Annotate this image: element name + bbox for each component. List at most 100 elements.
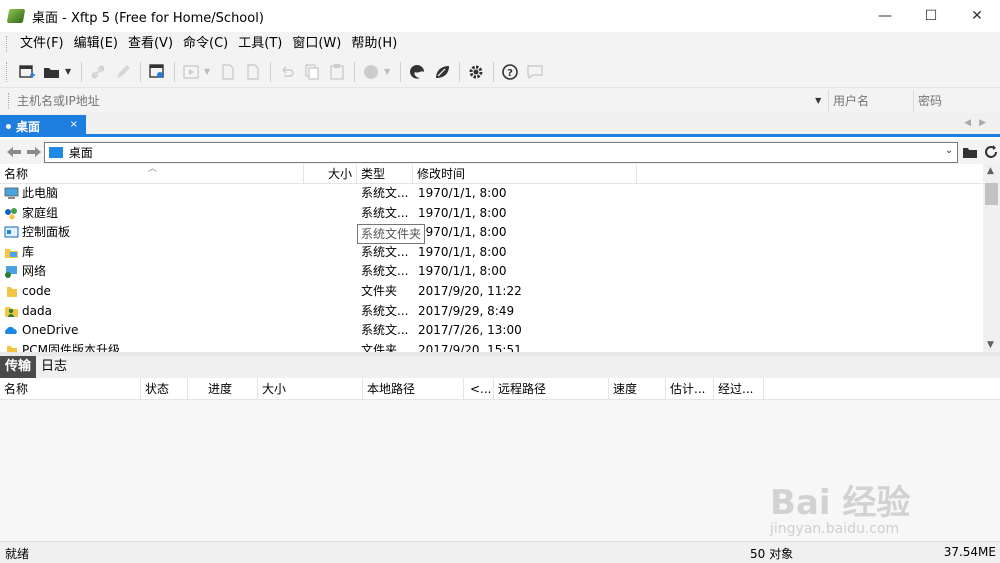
transfer-column-estimated[interactable]: 估计... bbox=[666, 378, 714, 400]
file-row[interactable]: PCM固件版本升级 文件夹 2017/9/20, 15:51 bbox=[0, 341, 1000, 352]
file-row[interactable]: 此电脑 系统文... 1970/1/1, 8:00 bbox=[0, 184, 1000, 204]
host-input[interactable] bbox=[16, 89, 809, 112]
column-size[interactable]: 大小 bbox=[304, 164, 357, 184]
chat-button[interactable] bbox=[523, 60, 547, 84]
transfer-column-status[interactable]: 状态 bbox=[141, 378, 188, 400]
menubar-grip[interactable] bbox=[6, 36, 9, 52]
transfer-column-progress[interactable]: 进度 bbox=[188, 378, 258, 400]
scroll-down-icon[interactable]: ▼ bbox=[987, 340, 994, 350]
folder-open-icon bbox=[44, 67, 59, 78]
chat-bubble-icon bbox=[527, 64, 543, 79]
file-size bbox=[304, 282, 353, 302]
file-modified: 1970/1/1, 8:00 bbox=[418, 264, 507, 279]
close-button[interactable]: ✕ bbox=[954, 0, 1000, 32]
column-type[interactable]: 类型 bbox=[357, 164, 413, 184]
file-list-header: 名称 ︿ 大小 类型 修改时间 bbox=[0, 164, 1000, 184]
path-dropdown-icon[interactable]: ⌄ bbox=[945, 145, 953, 156]
sync-button[interactable] bbox=[275, 60, 299, 84]
file-size bbox=[304, 223, 353, 243]
file-name: 此电脑 bbox=[22, 186, 59, 200]
file-type: 系统文... bbox=[361, 244, 409, 259]
open-button[interactable] bbox=[40, 60, 64, 84]
toolbar-grip[interactable] bbox=[6, 61, 9, 82]
encoding-button[interactable] bbox=[359, 60, 383, 84]
refresh-button[interactable] bbox=[982, 143, 1000, 161]
tab-log[interactable]: 日志 bbox=[36, 356, 72, 378]
path-combobox[interactable]: 桌面 ⌄ bbox=[43, 141, 959, 163]
transfer-tabs: 传输 日志 bbox=[0, 356, 1000, 378]
connect-button[interactable] bbox=[86, 60, 110, 84]
folder-icon bbox=[4, 344, 19, 352]
tab-close-icon[interactable]: × bbox=[70, 119, 78, 130]
file-list-scrollbar[interactable]: ▲ ▼ bbox=[983, 164, 1000, 352]
new-session-button[interactable] bbox=[15, 60, 39, 84]
transfer-button[interactable] bbox=[179, 60, 203, 84]
menu-edit[interactable]: 编辑(E) bbox=[69, 32, 123, 56]
tab-desktop[interactable]: 桌面 × bbox=[0, 115, 86, 137]
transfer-column-size[interactable]: 大小 bbox=[258, 378, 363, 400]
xshell-button[interactable] bbox=[405, 60, 429, 84]
menu-file[interactable]: 文件(F) bbox=[15, 32, 69, 56]
file-name: dada bbox=[22, 303, 52, 318]
scroll-up-icon[interactable]: ▲ bbox=[987, 166, 994, 176]
transfer-column-remote-path[interactable]: 远程路径 bbox=[494, 378, 609, 400]
file-row[interactable]: 控制面板系统文...1970/1/1, 8:00 bbox=[0, 223, 1000, 243]
menu-help[interactable]: 帮助(H) bbox=[346, 32, 402, 56]
menu-command[interactable]: 命令(C) bbox=[178, 32, 233, 56]
transfer-column-direction[interactable]: <... bbox=[464, 378, 494, 400]
transfer-column-speed[interactable]: 速度 bbox=[609, 378, 666, 400]
help-button[interactable]: ? bbox=[498, 60, 522, 84]
download-button[interactable] bbox=[216, 60, 240, 84]
paste-button[interactable] bbox=[325, 60, 349, 84]
transfer-column-elapsed[interactable]: 经过... bbox=[714, 378, 764, 400]
file-size bbox=[304, 262, 353, 282]
control-panel-icon bbox=[4, 226, 19, 239]
encoding-dropdown-icon[interactable]: ▼ bbox=[384, 67, 392, 76]
file-name: code bbox=[22, 283, 51, 298]
upload-button[interactable] bbox=[241, 60, 265, 84]
file-name: 网络 bbox=[22, 264, 47, 279]
xmanager-button[interactable] bbox=[430, 60, 454, 84]
open-folder-button[interactable] bbox=[961, 143, 979, 161]
options-button[interactable] bbox=[464, 60, 488, 84]
window-controls: — ☐ ✕ bbox=[862, 0, 1000, 32]
menu-view[interactable]: 查看(V) bbox=[123, 32, 178, 56]
transfer-dropdown-icon[interactable]: ▼ bbox=[204, 67, 212, 76]
type-tooltip: 系统文件夹 bbox=[357, 224, 426, 244]
minimize-button[interactable]: — bbox=[862, 0, 908, 32]
transfer-column-name[interactable]: 名称 bbox=[0, 378, 141, 400]
transfer-column-local-path[interactable]: 本地路径 bbox=[363, 378, 464, 400]
tab-transfer[interactable]: 传输 bbox=[0, 356, 37, 378]
file-size bbox=[304, 204, 353, 224]
password-input[interactable] bbox=[914, 89, 1000, 112]
file-type: 文件夹 bbox=[361, 342, 398, 352]
file-type: 系统文... bbox=[361, 264, 409, 279]
addressbar-grip[interactable] bbox=[8, 92, 11, 109]
username-input[interactable] bbox=[829, 89, 914, 112]
session-properties-button[interactable] bbox=[145, 60, 169, 84]
host-dropdown-icon[interactable]: ▼ bbox=[808, 96, 828, 105]
path-value: 桌面 bbox=[68, 145, 93, 160]
copy-button[interactable] bbox=[300, 60, 324, 84]
file-row[interactable]: 库 系统文... 1970/1/1, 8:00 bbox=[0, 243, 1000, 263]
file-rows: 此电脑 系统文... 1970/1/1, 8:00 家庭组 系统文... 1970/1/1… bbox=[0, 184, 1000, 352]
file-name: 库 bbox=[22, 244, 35, 259]
back-forward-button[interactable] bbox=[4, 142, 44, 162]
menu-window[interactable]: 窗口(W) bbox=[287, 32, 346, 56]
maximize-button[interactable]: ☐ bbox=[908, 0, 954, 32]
menu-tools[interactable]: 工具(T) bbox=[233, 32, 287, 56]
file-row[interactable]: code 文件夹 2017/9/20, 11:22 bbox=[0, 282, 1000, 302]
file-row[interactable]: 网络 系统文... 1970/1/1, 8:00 bbox=[0, 262, 1000, 282]
file-list[interactable]: 名称 ︿ 大小 类型 修改时间 此电脑 系统文... 1970/1/1, 8:00 家… bbox=[0, 164, 1000, 352]
file-row[interactable]: dada 系统文... 2017/9/29, 8:49 bbox=[0, 302, 1000, 322]
file-row[interactable]: 家庭组 系统文... 1970/1/1, 8:00 bbox=[0, 204, 1000, 224]
file-modified: 2017/9/20, 11:22 bbox=[418, 283, 522, 298]
tab-scroll-arrows-icon[interactable]: ◀▶ bbox=[964, 118, 994, 128]
disconnect-button[interactable] bbox=[111, 60, 135, 84]
open-dropdown-icon[interactable]: ▼ bbox=[65, 67, 73, 76]
file-row[interactable]: OneDrive 系统文... 2017/7/26, 13:00 bbox=[0, 321, 1000, 341]
scroll-thumb[interactable] bbox=[985, 183, 998, 205]
column-modified[interactable]: 修改时间 bbox=[413, 164, 637, 184]
leaf-icon bbox=[436, 65, 449, 78]
status-bar: 就绪 50 对象 37.54ME bbox=[0, 541, 1000, 563]
